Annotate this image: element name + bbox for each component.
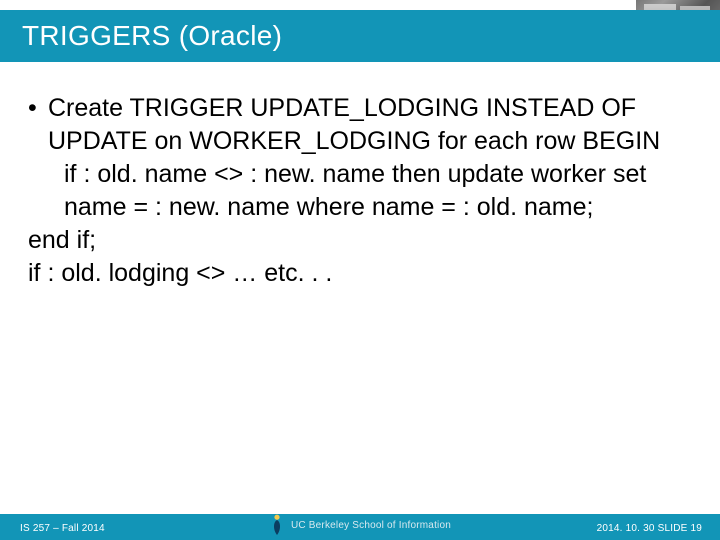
title-bar: TRIGGERS (Oracle) [0,10,720,62]
body-line-2: if : old. name <> : new. name then updat… [64,160,646,221]
ischool-logo-icon [269,514,285,536]
footer-right-text: 2014. 10. 30 SLIDE 19 [597,523,702,534]
footer-logo-text: UC Berkeley School of Information [291,520,451,531]
footer-logo: UC Berkeley School of Information [255,512,465,538]
slide: TRIGGERS (Oracle) • Create TRIGGER UPDAT… [0,0,720,540]
footer-bar: IS 257 – Fall 2014 UC Berkeley School of… [0,514,720,540]
bullet-item: • Create TRIGGER UPDATE_LODGING INSTEAD … [28,92,688,158]
slide-body: • Create TRIGGER UPDATE_LODGING INSTEAD … [28,92,688,290]
footer-left-text: IS 257 – Fall 2014 [20,523,105,534]
slide-title: TRIGGERS (Oracle) [22,20,282,52]
bullet-dot: • [28,92,48,158]
body-line-1: Create TRIGGER UPDATE_LODGING INSTEAD OF… [48,94,660,155]
body-line-3: end if; [28,226,96,254]
body-line-4: if : old. lodging <> … etc. . . [28,259,332,287]
